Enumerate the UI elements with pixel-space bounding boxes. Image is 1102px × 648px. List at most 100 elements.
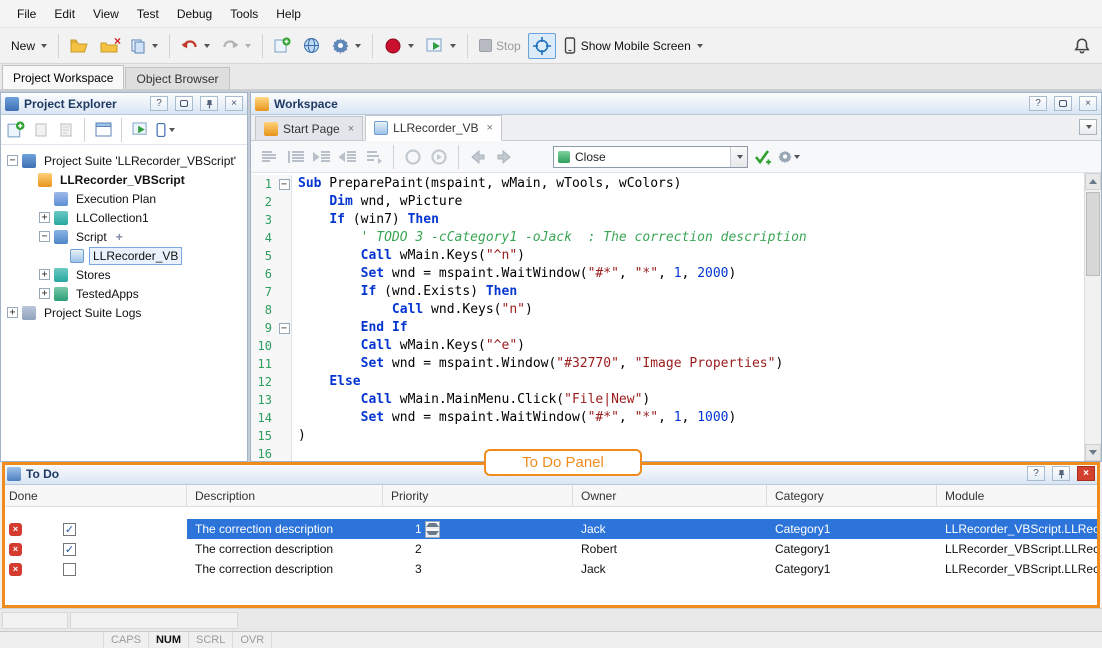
menu-debug[interactable]: Debug (168, 3, 221, 25)
code-line[interactable]: 15) (251, 427, 1084, 445)
code-line[interactable]: 5 Call wMain.Keys("^n") (251, 247, 1084, 265)
scrollbar-track[interactable] (1085, 190, 1101, 444)
add-new-item-button[interactable] (269, 33, 296, 59)
add-existing-item-button[interactable] (30, 119, 52, 141)
column-header-priority[interactable]: Priority (383, 485, 573, 506)
routine-selector[interactable]: Close (553, 146, 748, 168)
spinner-up-button[interactable] (426, 522, 439, 530)
tree-item-project-suite-llrecorder-vbscript[interactable]: −Project Suite 'LLRecorder_VBScript' (1, 151, 247, 170)
outdent-icon[interactable] (337, 146, 359, 168)
run-button[interactable] (421, 33, 461, 59)
code-editor[interactable]: 1−Sub PreparePaint(mspaint, wMain, wTool… (251, 173, 1101, 461)
vertical-scrollbar[interactable] (1084, 173, 1101, 461)
priority-cell[interactable]: 3 (383, 559, 573, 579)
editor-tab-start-page[interactable]: Start Page× (255, 116, 363, 140)
code-line[interactable]: 11 Set wnd = mspaint.Window("#32770", "I… (251, 355, 1084, 373)
mobile-screen-toggle[interactable] (528, 33, 556, 59)
chevron-down-icon[interactable] (204, 44, 210, 48)
code-line[interactable]: 8 Call wnd.Keys("n") (251, 301, 1084, 319)
close-button[interactable]: × (1079, 96, 1097, 111)
tree-item-testedapps[interactable]: +TestedApps (1, 284, 247, 303)
tree-item-stores[interactable]: +Stores (1, 265, 247, 284)
services-button[interactable] (327, 33, 366, 59)
code-line[interactable]: 12 Else (251, 373, 1084, 391)
play-marker-icon[interactable] (428, 146, 450, 168)
column-header-module[interactable]: Module (937, 485, 1099, 506)
chevron-down-icon[interactable] (169, 128, 175, 132)
add-new-item-button[interactable] (5, 119, 27, 141)
module-cell[interactable]: LLRecorder_VBScript.LLRecorde (937, 559, 1099, 579)
chevron-down-icon[interactable] (355, 44, 361, 48)
redo-button[interactable] (217, 33, 256, 59)
expand-icon[interactable]: + (39, 269, 50, 280)
menu-edit[interactable]: Edit (45, 3, 84, 25)
collapse-icon[interactable]: − (7, 155, 18, 166)
pin-button[interactable] (1052, 466, 1070, 481)
category-cell[interactable]: Category1 (767, 539, 937, 559)
menu-view[interactable]: View (84, 3, 128, 25)
description-cell[interactable]: The correction description (187, 559, 383, 579)
add-todo-button[interactable] (752, 146, 774, 168)
collapse-icon[interactable]: − (39, 231, 50, 242)
description-cell[interactable]: The correction description (187, 539, 383, 559)
menu-tools[interactable]: Tools (221, 3, 267, 25)
chevron-down-icon[interactable] (245, 44, 251, 48)
navigate-back-icon[interactable] (467, 146, 489, 168)
navigate-forward-icon[interactable] (493, 146, 515, 168)
module-cell[interactable]: LLRecorder_VBScript.LLRecorde (937, 519, 1099, 539)
code-line[interactable]: 3 If (win7) Then (251, 211, 1084, 229)
fold-collapse-icon[interactable]: − (279, 179, 290, 190)
code-line[interactable]: 14 Set wnd = mspaint.WaitWindow("#*", "*… (251, 409, 1084, 427)
todo-row[interactable]: ×The correction description3JackCategory… (3, 559, 1099, 579)
description-cell[interactable]: The correction description (187, 519, 383, 539)
owner-cell[interactable]: Jack (573, 519, 767, 539)
code-line[interactable]: 13 Call wMain.MainMenu.Click("File|New") (251, 391, 1084, 409)
menu-file[interactable]: File (8, 3, 45, 25)
code-line[interactable]: 16 (251, 445, 1084, 461)
scroll-up-button[interactable] (1085, 173, 1101, 190)
run-project-button[interactable] (129, 119, 151, 141)
expand-icon[interactable]: + (7, 307, 18, 318)
new-button[interactable]: New (6, 33, 52, 59)
chevron-down-icon[interactable] (697, 44, 703, 48)
owner-cell[interactable]: Jack (573, 559, 767, 579)
pin-button[interactable] (200, 96, 218, 111)
mobile-device-button[interactable] (154, 119, 176, 141)
tab-list-dropdown[interactable] (1079, 119, 1097, 135)
show-mobile-screen-button[interactable]: Show Mobile Screen (558, 33, 708, 59)
tab-object-browser[interactable]: Object Browser (125, 67, 229, 89)
tree-item-llcollection1[interactable]: +LLCollection1 (1, 208, 247, 227)
tree-item-script[interactable]: −Script+ (1, 227, 247, 246)
done-checkbox[interactable] (63, 563, 76, 576)
editor-settings-button[interactable] (778, 146, 800, 168)
menu-help[interactable]: Help (267, 3, 310, 25)
chevron-down-icon[interactable] (450, 44, 456, 48)
tab-close-icon[interactable]: × (487, 122, 493, 134)
tab-project-workspace[interactable]: Project Workspace (2, 65, 124, 89)
fold-collapse-icon[interactable]: − (279, 323, 290, 334)
owner-cell[interactable]: Robert (573, 539, 767, 559)
close-button[interactable]: × (1077, 466, 1095, 481)
module-cell[interactable]: LLRecorder_VBScript.LLRecorde (937, 539, 1099, 559)
help-button[interactable]: ? (1029, 96, 1047, 111)
todo-row[interactable]: ×✓The correction description2RobertCateg… (3, 539, 1099, 559)
editor-tab-llrecorder-vb[interactable]: LLRecorder_VB× (365, 115, 502, 141)
chevron-down-icon[interactable] (152, 44, 158, 48)
code-line[interactable]: 7 If (wnd.Exists) Then (251, 283, 1084, 301)
tree-item-project-suite-logs[interactable]: +Project Suite Logs (1, 303, 247, 322)
format-source-icon[interactable] (259, 146, 281, 168)
category-cell[interactable]: Category1 (767, 559, 937, 579)
sync-code-icon[interactable] (363, 146, 385, 168)
column-header-category[interactable]: Category (767, 485, 937, 506)
expand-icon[interactable]: + (39, 288, 50, 299)
done-checkbox[interactable]: ✓ (63, 523, 76, 536)
scroll-down-button[interactable] (1085, 444, 1101, 461)
inline-add-icon[interactable]: + (116, 230, 123, 244)
done-checkbox[interactable]: ✓ (63, 543, 76, 556)
code-line[interactable]: 9− End If (251, 319, 1084, 337)
maximize-button[interactable] (1054, 96, 1072, 111)
scrollbar-thumb[interactable] (1086, 192, 1100, 276)
tab-close-icon[interactable]: × (348, 123, 354, 135)
tree-item-execution-plan[interactable]: Execution Plan (1, 189, 247, 208)
close-project-button[interactable]: × (95, 33, 123, 59)
